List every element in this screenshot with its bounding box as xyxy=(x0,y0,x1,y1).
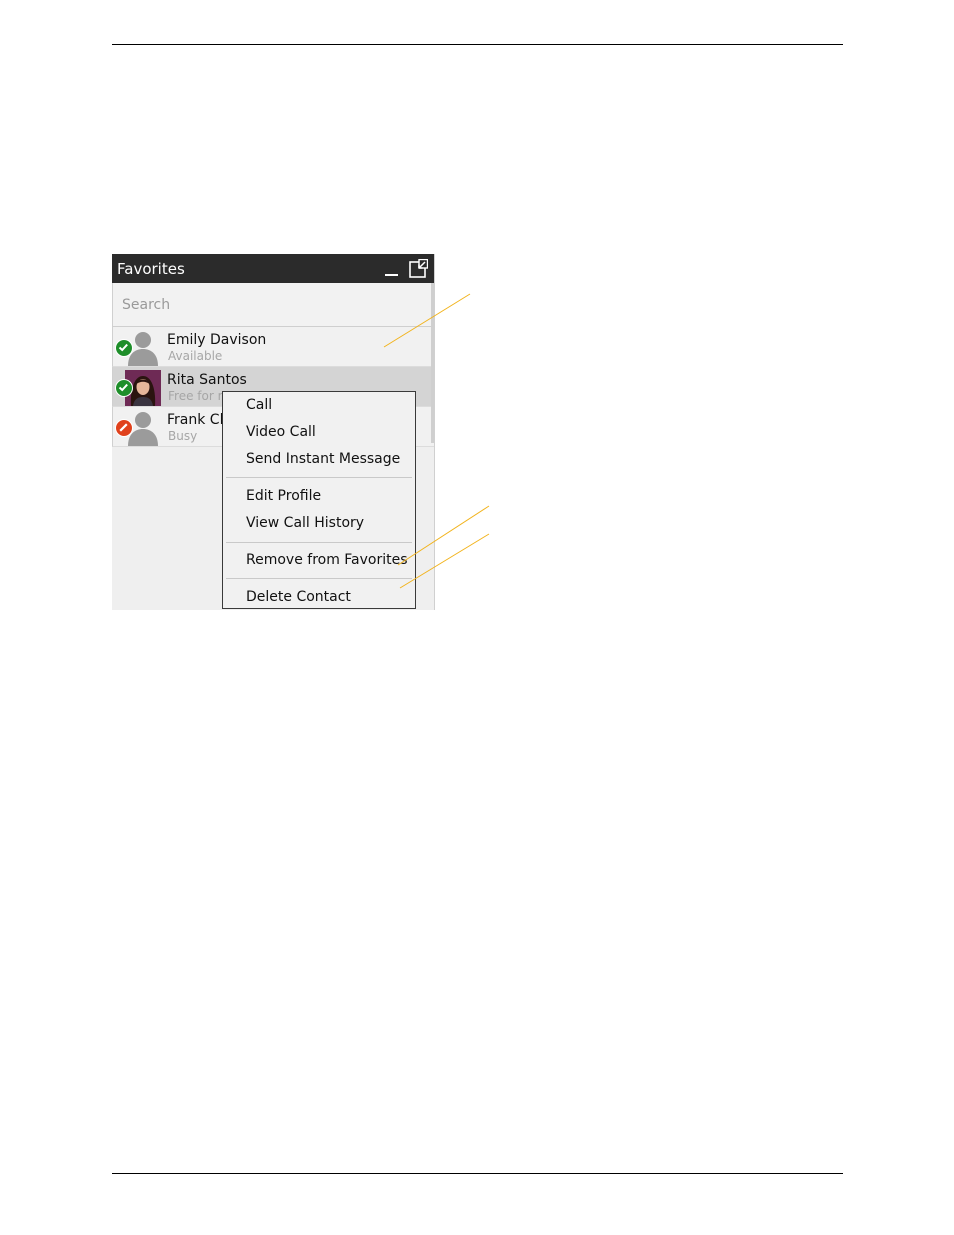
menu-item-edit-profile[interactable]: Edit Profile xyxy=(246,488,321,504)
footer-rule xyxy=(112,1173,843,1174)
callout-lines xyxy=(383,293,490,589)
menu-separator xyxy=(226,578,412,579)
contact-status-text: Available xyxy=(168,349,223,363)
contact-name: Rita Santos xyxy=(167,372,247,388)
contact-name: Emily Davison xyxy=(167,332,267,348)
document-page: Favorites Emily Davison Availa xyxy=(0,0,954,1235)
menu-separator xyxy=(226,542,412,543)
menu-item-view-call-history[interactable]: View Call History xyxy=(246,515,364,531)
panel-titlebar: Favorites xyxy=(112,254,434,283)
available-status-icon xyxy=(115,339,133,357)
panel-title: Favorites xyxy=(117,259,185,278)
busy-status-icon xyxy=(115,419,133,437)
search-bar xyxy=(112,283,434,327)
header-rule xyxy=(112,44,843,45)
menu-item-delete-contact[interactable]: Delete Contact xyxy=(246,589,351,605)
search-input[interactable] xyxy=(120,295,414,314)
menu-item-remove-from-favorites[interactable]: Remove from Favorites xyxy=(246,552,408,568)
contact-row-emily-davison[interactable]: Emily Davison Available xyxy=(112,327,434,367)
contact-status-text: Free for r xyxy=(168,389,223,403)
context-menu: Call Video Call Send Instant Message Edi… xyxy=(222,391,416,609)
menu-item-send-instant-message[interactable]: Send Instant Message xyxy=(246,451,400,467)
menu-item-call[interactable]: Call xyxy=(246,397,272,413)
window-controls xyxy=(385,259,428,278)
contact-name: Frank Cl xyxy=(167,412,224,428)
scrollbar[interactable] xyxy=(431,283,434,443)
menu-separator xyxy=(226,477,412,478)
available-status-icon xyxy=(115,379,133,397)
contact-status-text: Busy xyxy=(168,429,198,443)
minimize-icon[interactable] xyxy=(385,262,399,276)
popout-icon[interactable] xyxy=(409,259,428,278)
menu-item-video-call[interactable]: Video Call xyxy=(246,424,316,440)
